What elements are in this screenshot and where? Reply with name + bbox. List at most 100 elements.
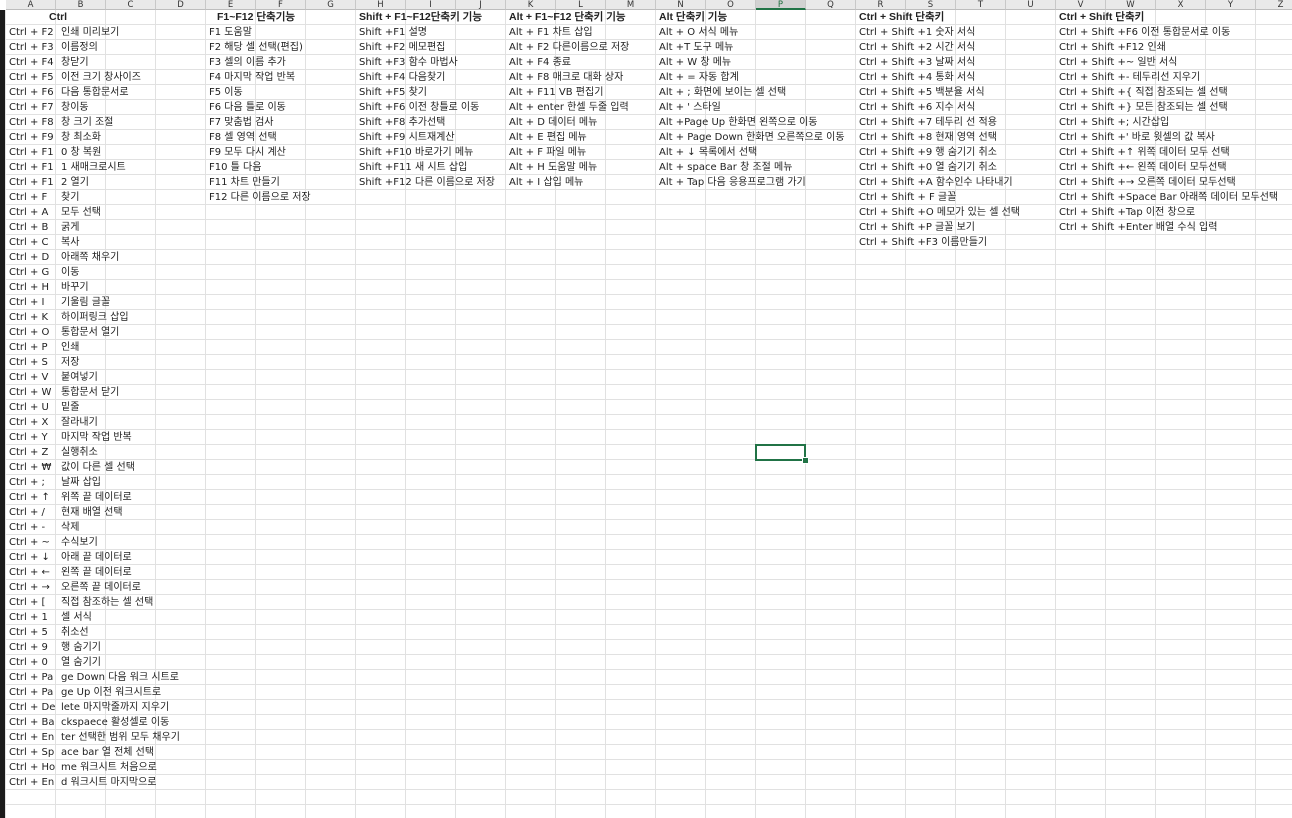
column-header-r[interactable]: R xyxy=(856,0,906,10)
shortcut-cell-v[interactable]: Ctrl + Shift +} 모든 참조되는 셀 선택 xyxy=(1059,100,1228,115)
shortcut-cell-e[interactable]: F4 마지막 작업 반복 xyxy=(209,70,295,85)
shortcut-key-cell[interactable]: Ctrl + Pa xyxy=(9,670,53,685)
header-cell-n[interactable]: Alt 단축키 기능 xyxy=(659,10,727,25)
column-header-b[interactable]: B xyxy=(56,0,106,10)
column-header-j[interactable]: J xyxy=(456,0,506,10)
spreadsheet-grid[interactable]: ABCDEFGHIJKLMNOPQRSTUVWXYZ Ctrl F1~F12 단축… xyxy=(0,0,1292,818)
shortcut-key-cell[interactable]: Ctrl + H xyxy=(9,280,49,295)
shortcut-cell-r[interactable]: Ctrl + Shift +P 글꼴 보기 xyxy=(859,220,975,235)
shortcut-key-cell[interactable]: Ctrl + B xyxy=(9,220,48,235)
shortcut-cell-k[interactable]: Alt + I 삽입 메뉴 xyxy=(509,175,583,190)
shortcut-desc-cell[interactable]: 1 새매크로시트 xyxy=(61,160,126,175)
shortcut-desc-cell[interactable]: ge Down 다음 워크 시트로 xyxy=(61,670,179,685)
shortcut-cell-r[interactable]: Ctrl + Shift +4 통화 서식 xyxy=(859,70,975,85)
shortcut-desc-cell[interactable]: 이름정의 xyxy=(61,40,98,55)
shortcut-cell-n[interactable]: Alt + O 서식 메뉴 xyxy=(659,25,738,40)
shortcut-desc-cell[interactable]: 인쇄 xyxy=(61,340,79,355)
shortcut-desc-cell[interactable]: 기울림 글꼴 xyxy=(61,295,110,310)
shortcut-desc-cell[interactable]: 인쇄 미리보기 xyxy=(61,25,119,40)
shortcut-key-cell[interactable]: Ctrl + F xyxy=(9,190,47,205)
shortcut-cell-e[interactable]: F8 셀 영역 선택 xyxy=(209,130,277,145)
column-header-g[interactable]: G xyxy=(306,0,356,10)
column-header-m[interactable]: M xyxy=(606,0,656,10)
column-header-w[interactable]: W xyxy=(1106,0,1156,10)
shortcut-key-cell[interactable]: Ctrl + V xyxy=(9,370,48,385)
shortcut-cell-k[interactable]: Alt + H 도움말 메뉴 xyxy=(509,160,597,175)
shortcut-cell-e[interactable]: F1 도움말 xyxy=(209,25,252,40)
shortcut-cell-h[interactable]: Shift +F3 함수 마법사 xyxy=(359,55,458,70)
shortcut-desc-cell[interactable]: 마지막 작업 반복 xyxy=(61,430,132,445)
shortcut-cell-h[interactable]: Shift +F5 찾기 xyxy=(359,85,427,100)
shortcut-desc-cell[interactable]: 창 최소화 xyxy=(61,130,101,145)
shortcut-cell-v[interactable]: Ctrl + Shift +F12 인쇄 xyxy=(1059,40,1166,55)
shortcut-cell-n[interactable]: Alt + space Bar 창 조절 메뉴 xyxy=(659,160,792,175)
shortcut-key-cell[interactable]: Ctrl + → xyxy=(9,580,50,595)
shortcut-key-cell[interactable]: Ctrl + O xyxy=(9,325,49,340)
shortcut-cell-v[interactable]: Ctrl + Shift +↑ 위쪽 데이터 모두 선택 xyxy=(1059,145,1230,160)
shortcut-key-cell[interactable]: Ctrl + ↑ xyxy=(9,490,50,505)
shortcut-cell-h[interactable]: Shift +F12 다른 이름으로 저장 xyxy=(359,175,495,190)
column-header-q[interactable]: Q xyxy=(806,0,856,10)
shortcut-cell-r[interactable]: Ctrl + Shift +1 숫자 서식 xyxy=(859,25,975,40)
shortcut-desc-cell[interactable]: 2 열기 xyxy=(61,175,89,190)
shortcut-key-cell[interactable]: Ctrl + F5 xyxy=(9,70,54,85)
shortcut-desc-cell[interactable]: 저장 xyxy=(61,355,79,370)
shortcut-desc-cell[interactable]: 밑줄 xyxy=(61,400,79,415)
shortcut-desc-cell[interactable]: 통합문서 닫기 xyxy=(61,385,119,400)
shortcut-key-cell[interactable]: Ctrl + F1 xyxy=(9,175,54,190)
header-cell-h[interactable]: Shift + F1~F12단축키 기능 xyxy=(359,10,482,25)
shortcut-desc-cell[interactable]: 행 숨기기 xyxy=(61,640,101,655)
shortcut-cell-r[interactable]: Ctrl + Shift +A 함수인수 나타내기 xyxy=(859,175,1013,190)
header-cell-k[interactable]: Alt + F1~F12 단축키 기능 xyxy=(509,10,626,25)
shortcut-key-cell[interactable]: Ctrl + Pa xyxy=(9,685,53,700)
header-cell-v[interactable]: Ctrl + Shift 단축키 xyxy=(1059,10,1144,25)
shortcut-cell-n[interactable]: Alt +Page Up 한화면 왼쪽으로 이동 xyxy=(659,115,818,130)
shortcut-key-cell[interactable]: Ctrl + ↓ xyxy=(9,550,50,565)
shortcut-desc-cell[interactable]: 잘라내기 xyxy=(61,415,98,430)
column-header-f[interactable]: F xyxy=(256,0,306,10)
column-header-t[interactable]: T xyxy=(956,0,1006,10)
shortcut-cell-e[interactable]: F5 이동 xyxy=(209,85,243,100)
shortcut-desc-cell[interactable]: 붙여넣기 xyxy=(61,370,98,385)
shortcut-key-cell[interactable]: Ctrl + A xyxy=(9,205,48,220)
shortcut-cell-v[interactable]: Ctrl + Shift +~ 일반 서식 xyxy=(1059,55,1177,70)
shortcut-desc-cell[interactable]: 셀 서식 xyxy=(61,610,92,625)
shortcut-desc-cell[interactable]: 바꾸기 xyxy=(61,280,89,295)
shortcut-key-cell[interactable]: Ctrl + X xyxy=(9,415,48,430)
shortcut-cell-r[interactable]: Ctrl + Shift +F3 이름만들기 xyxy=(859,235,987,250)
shortcut-desc-cell[interactable]: 모두 선택 xyxy=(61,205,101,220)
shortcut-cell-n[interactable]: Alt + ' 스타일 xyxy=(659,100,721,115)
shortcut-cell-v[interactable]: Ctrl + Shift +Tap 이전 창으로 xyxy=(1059,205,1195,220)
shortcut-key-cell[interactable]: Ctrl + W xyxy=(9,385,51,400)
shortcut-cell-v[interactable]: Ctrl + Shift +Space Bar 아래쪽 데이터 모두선택 xyxy=(1059,190,1278,205)
shortcut-key-cell[interactable]: Ctrl + G xyxy=(9,265,49,280)
shortcut-desc-cell[interactable]: 아래 끝 데이터로 xyxy=(61,550,132,565)
shortcut-key-cell[interactable]: Ctrl + F4 xyxy=(9,55,54,70)
shortcut-key-cell[interactable]: Ctrl + De xyxy=(9,700,55,715)
shortcut-cell-n[interactable]: Alt + = 자동 합계 xyxy=(659,70,739,85)
shortcut-cell-h[interactable]: Shift +F1 설명 xyxy=(359,25,427,40)
shortcut-desc-cell[interactable]: 날짜 삽입 xyxy=(61,475,101,490)
column-header-h[interactable]: H xyxy=(356,0,406,10)
shortcut-desc-cell[interactable]: 굵게 xyxy=(61,220,79,235)
shortcut-cell-h[interactable]: Shift +F8 추가선택 xyxy=(359,115,445,130)
shortcut-key-cell[interactable]: Ctrl + Z xyxy=(9,445,48,460)
shortcut-cell-e[interactable]: F9 모두 다시 계산 xyxy=(209,145,286,160)
shortcut-cell-v[interactable]: Ctrl + Shift +' 바로 윗셀의 값 복사 xyxy=(1059,130,1215,145)
shortcut-cell-k[interactable]: Alt + F1 차트 삽입 xyxy=(509,25,593,40)
shortcut-desc-cell[interactable]: 다음 통합문서로 xyxy=(61,85,129,100)
shortcut-key-cell[interactable]: Ctrl + F6 xyxy=(9,85,54,100)
shortcut-desc-cell[interactable]: lete 마지막줄까지 지우기 xyxy=(61,700,169,715)
shortcut-cell-e[interactable]: F12 다른 이름으로 저장 xyxy=(209,190,311,205)
shortcut-key-cell[interactable]: Ctrl + K xyxy=(9,310,48,325)
shortcut-cell-k[interactable]: Alt + F11 VB 편집기 xyxy=(509,85,603,100)
shortcut-cell-v[interactable]: Ctrl + Shift +; 시간삽입 xyxy=(1059,115,1169,130)
shortcut-desc-cell[interactable]: 통합문서 열기 xyxy=(61,325,119,340)
shortcut-key-cell[interactable]: Ctrl + Ba xyxy=(9,715,55,730)
shortcut-cell-e[interactable]: F6 다음 틀로 이동 xyxy=(209,100,286,115)
shortcut-cell-h[interactable]: Shift +F4 다음찾기 xyxy=(359,70,445,85)
shortcut-cell-h[interactable]: Shift +F9 시트재계산 xyxy=(359,130,455,145)
shortcut-cell-r[interactable]: Ctrl + Shift +3 날짜 서식 xyxy=(859,55,975,70)
shortcut-desc-cell[interactable]: 찾기 xyxy=(61,190,79,205)
shortcut-key-cell[interactable]: Ctrl + 1 xyxy=(9,610,48,625)
